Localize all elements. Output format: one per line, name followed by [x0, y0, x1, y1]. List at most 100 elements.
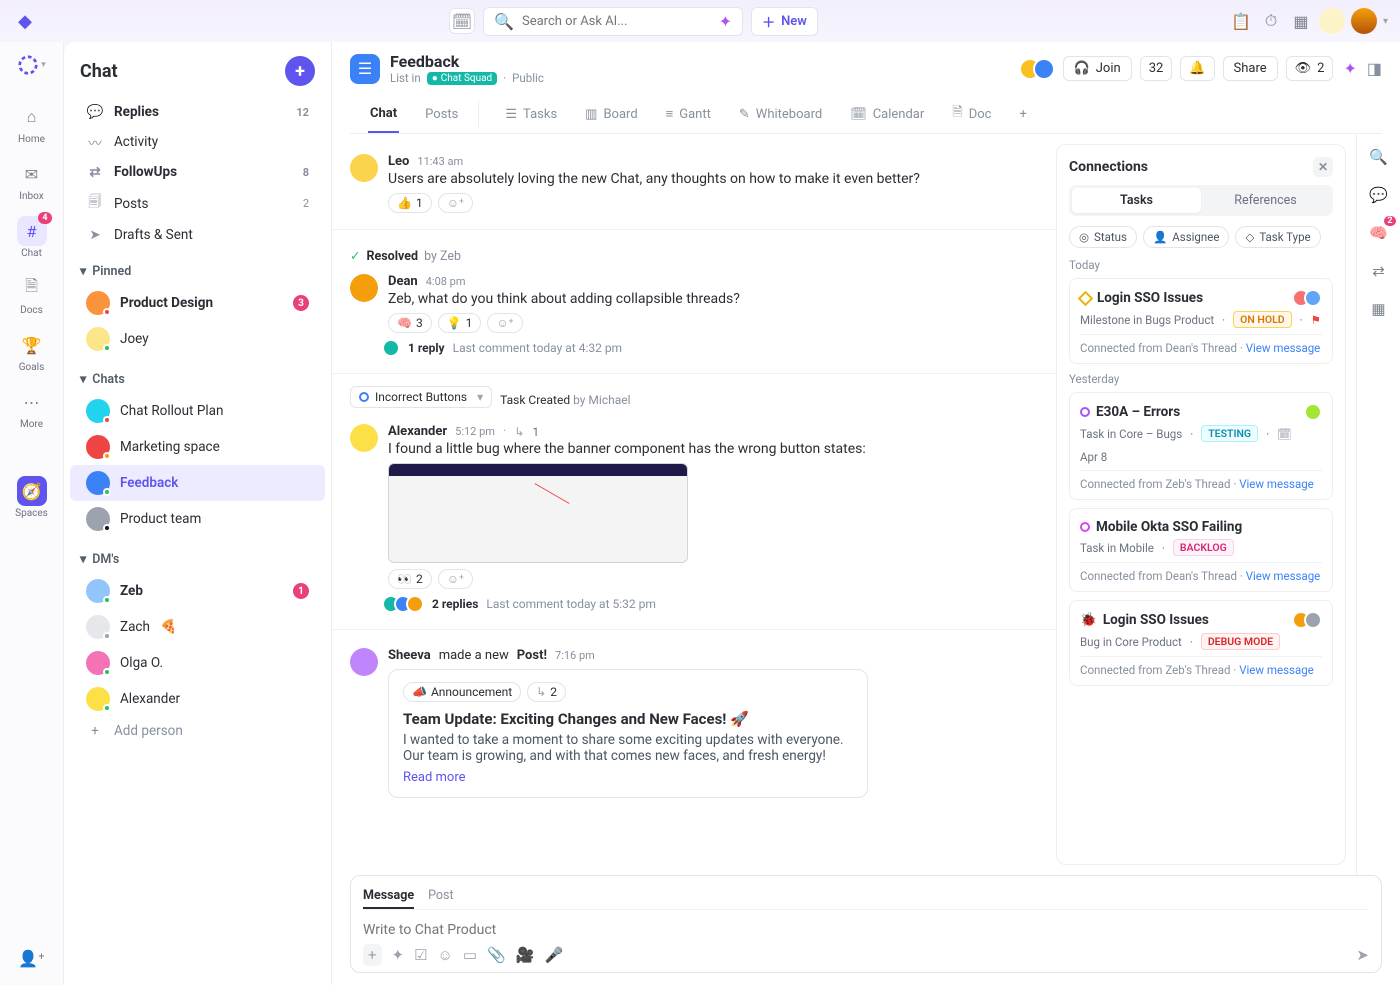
comments-icon[interactable]: 💬 [1366, 182, 1392, 208]
tab-doc[interactable]: 🗎Doc [944, 95, 993, 133]
view-message-link[interactable]: View message [1239, 477, 1314, 491]
apps-icon[interactable]: ▦ [1366, 296, 1392, 322]
invite-people[interactable]: 👤⁺ [8, 943, 56, 973]
pinned-section-header[interactable]: ▾Pinned [64, 249, 331, 285]
share-button[interactable]: Share [1223, 56, 1278, 81]
gif-icon[interactable]: ▭ [463, 946, 477, 964]
composer-tab-post[interactable]: Post [428, 884, 453, 909]
nav-chat[interactable]: 4 # Chat [8, 216, 56, 259]
tab-board[interactable]: ▥Board [577, 95, 640, 133]
view-message-link[interactable]: View message [1246, 341, 1321, 355]
chevron-down-icon[interactable]: ▾ [477, 390, 483, 404]
connection-card[interactable]: Mobile Okta SSO Failing Task in Mobile ·… [1069, 508, 1333, 592]
connections-icon[interactable]: ⇄ [1366, 258, 1392, 284]
segment-references[interactable]: References [1201, 188, 1330, 213]
new-chat-button[interactable]: + [285, 56, 315, 86]
pinned-joey[interactable]: Joey [70, 321, 325, 357]
audio-icon[interactable]: 🎤 [544, 946, 563, 964]
nav-docs[interactable]: 🗎 Docs [8, 273, 56, 316]
nav-goals[interactable]: 🏆 Goals [8, 330, 56, 373]
attach-file-icon[interactable]: 📎 [487, 946, 506, 964]
nav-spaces[interactable]: 🧭 Spaces [8, 476, 56, 519]
nav-home[interactable]: ⌂ Home [8, 102, 56, 145]
search-input[interactable] [522, 14, 711, 29]
task-icon[interactable]: ☑ [414, 946, 427, 964]
dm-alexander[interactable]: Alexander [70, 681, 325, 717]
member-count-button[interactable]: 32 [1140, 56, 1173, 81]
nav-posts[interactable]: 🗐Posts2 [70, 186, 325, 221]
join-button[interactable]: 🎧Join [1063, 56, 1132, 81]
send-button[interactable]: ➤ [1356, 946, 1369, 964]
nav-followups[interactable]: ⇄FollowUps8 [70, 158, 325, 186]
view-message-link[interactable]: View message [1239, 663, 1314, 677]
task-pill[interactable]: Incorrect Buttons▾ [350, 386, 492, 408]
dm-zeb[interactable]: Zeb1 [70, 573, 325, 609]
image-attachment[interactable] [388, 463, 688, 563]
reaction-brain[interactable]: 🧠 3 [388, 313, 432, 333]
view-message-link[interactable]: View message [1246, 569, 1321, 583]
notifications-button[interactable]: 🔔 [1180, 56, 1214, 81]
tab-calendar[interactable]: 🗓Calendar [842, 95, 926, 133]
connection-card[interactable]: Login SSO Issues Milestone in Bugs Produ… [1069, 278, 1333, 364]
video-icon[interactable]: 🎥 [516, 946, 535, 964]
chat-feedback[interactable]: Feedback [70, 465, 325, 501]
timer-icon[interactable]: ⏱ [1259, 8, 1283, 34]
segment-tasks[interactable]: Tasks [1072, 188, 1201, 213]
add-reaction-button[interactable]: ☺⁺ [438, 569, 473, 589]
dm-olga[interactable]: Olga O. [70, 645, 325, 681]
nav-more[interactable]: ⋯ More [8, 387, 56, 430]
tab-gantt[interactable]: ≡Gantt [658, 95, 713, 133]
chat-marketing[interactable]: Marketing space [70, 429, 325, 465]
pinned-product-design[interactable]: Product Design3 [70, 285, 325, 321]
workspace-logo[interactable]: ▾ [17, 50, 47, 80]
add-reaction-button[interactable]: ☺⁺ [438, 193, 473, 213]
global-search[interactable]: 🔍 ✦ [483, 7, 743, 36]
apps-grid-icon[interactable]: ▦ [1289, 8, 1313, 34]
calendar-icon[interactable]: 🗓 [449, 8, 475, 34]
tab-tasks[interactable]: ☰Tasks [497, 95, 559, 133]
post-card[interactable]: 📣Announcement ↳2 Team Update: Exciting C… [388, 669, 868, 798]
reaction-eyes[interactable]: 👀 2 [388, 569, 432, 589]
reaction-thumbsup[interactable]: 👍 1 [388, 193, 432, 213]
filter-status[interactable]: ◎Status [1069, 226, 1137, 248]
user-avatar[interactable] [1351, 8, 1377, 34]
connection-card[interactable]: 🐞Login SSO Issues Bug in Core Product · … [1069, 600, 1333, 686]
close-icon[interactable]: ✕ [1313, 157, 1333, 177]
chat-product-team[interactable]: Product team [70, 501, 325, 537]
filter-task-type[interactable]: ◇Task Type [1235, 226, 1320, 248]
add-person[interactable]: +Add person [70, 717, 325, 745]
new-button[interactable]: ＋ New [751, 7, 818, 36]
chats-section-header[interactable]: ▾Chats [64, 357, 331, 393]
add-view-button[interactable]: + [1011, 95, 1028, 133]
composer-tab-message[interactable]: Message [363, 884, 414, 909]
folder-chip[interactable]: ●Chat Squad [427, 72, 497, 85]
nav-replies[interactable]: 💬Replies12 [70, 98, 325, 126]
add-reaction-button[interactable]: ☺⁺ [487, 313, 522, 333]
connection-card[interactable]: E30A – Errors Task in Core – Bugs · TEST… [1069, 392, 1333, 500]
nav-activity[interactable]: 〰Activity [70, 126, 325, 158]
filter-assignee[interactable]: 👤Assignee [1143, 226, 1230, 248]
chevron-down-icon[interactable]: ▾ [1383, 16, 1388, 27]
ai-sparkle-icon[interactable]: ✦ [1341, 59, 1358, 78]
clipboard-icon[interactable]: 📋 [1229, 8, 1253, 34]
tab-chat[interactable]: Chat [368, 95, 399, 133]
panel-toggle-icon[interactable]: ◨ [1367, 59, 1382, 78]
composer-input[interactable] [363, 916, 1369, 944]
nav-drafts[interactable]: ➤Drafts & Sent [70, 221, 325, 249]
nav-inbox[interactable]: ✉ Inbox [8, 159, 56, 202]
thread-replies[interactable]: 2 replies Last comment today at 5:32 pm [388, 595, 1038, 613]
read-more-link[interactable]: Read more [403, 770, 853, 785]
tab-whiteboard[interactable]: ✎Whiteboard [731, 95, 824, 133]
tab-posts[interactable]: Posts [417, 95, 460, 133]
thread-replies[interactable]: 1 reply Last comment today at 4:32 pm [388, 339, 1038, 357]
add-attachment-button[interactable]: + [363, 944, 382, 966]
followers-button[interactable]: 👁2 [1286, 56, 1334, 81]
ai-sparkle-icon[interactable]: ✦ [392, 946, 405, 964]
search-icon[interactable]: 🔍 [1366, 144, 1392, 170]
emoji-icon[interactable]: ☺ [438, 946, 453, 964]
chat-rollout[interactable]: Chat Rollout Plan [70, 393, 325, 429]
dm-zach[interactable]: Zach🍕 [70, 609, 325, 645]
ai-brain-icon[interactable]: 🧠2 [1366, 220, 1392, 246]
reaction-bulb[interactable]: 💡 1 [438, 313, 482, 333]
dms-section-header[interactable]: ▾DM's [64, 537, 331, 573]
